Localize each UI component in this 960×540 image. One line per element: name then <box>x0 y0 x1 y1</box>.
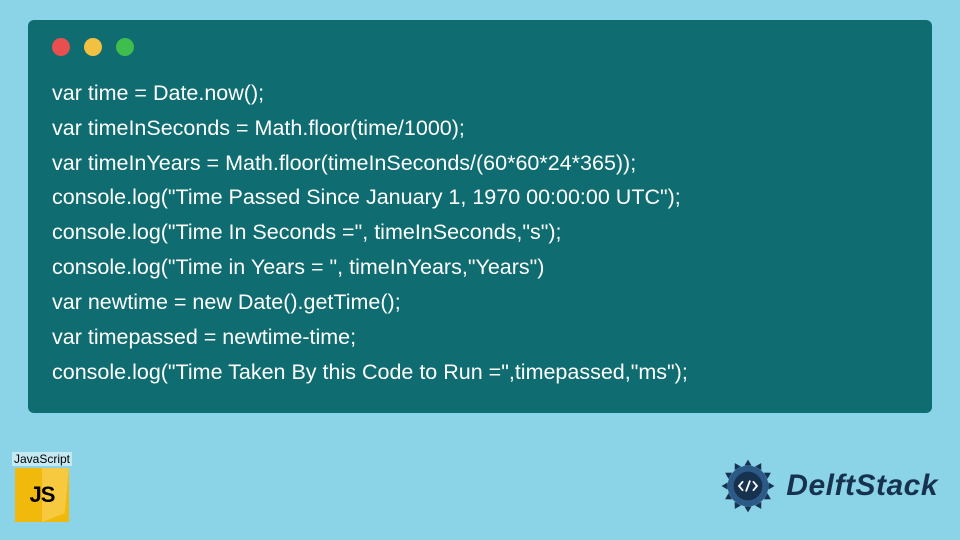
javascript-label: JavaScript <box>12 452 72 466</box>
traffic-light-zoom-icon <box>116 38 134 56</box>
javascript-icon: JS <box>15 468 69 522</box>
javascript-badge: JavaScript JS <box>6 450 78 522</box>
window-titlebar <box>52 38 908 56</box>
brand-logo: DelftStack <box>718 456 938 516</box>
traffic-light-close-icon <box>52 38 70 56</box>
javascript-icon-text: JS <box>30 482 55 508</box>
gear-icon <box>718 456 778 516</box>
brand-name: DelftStack <box>786 469 938 503</box>
traffic-light-minimize-icon <box>84 38 102 56</box>
code-block: var time = Date.now(); var timeInSeconds… <box>52 76 908 389</box>
code-window: var time = Date.now(); var timeInSeconds… <box>28 20 932 413</box>
